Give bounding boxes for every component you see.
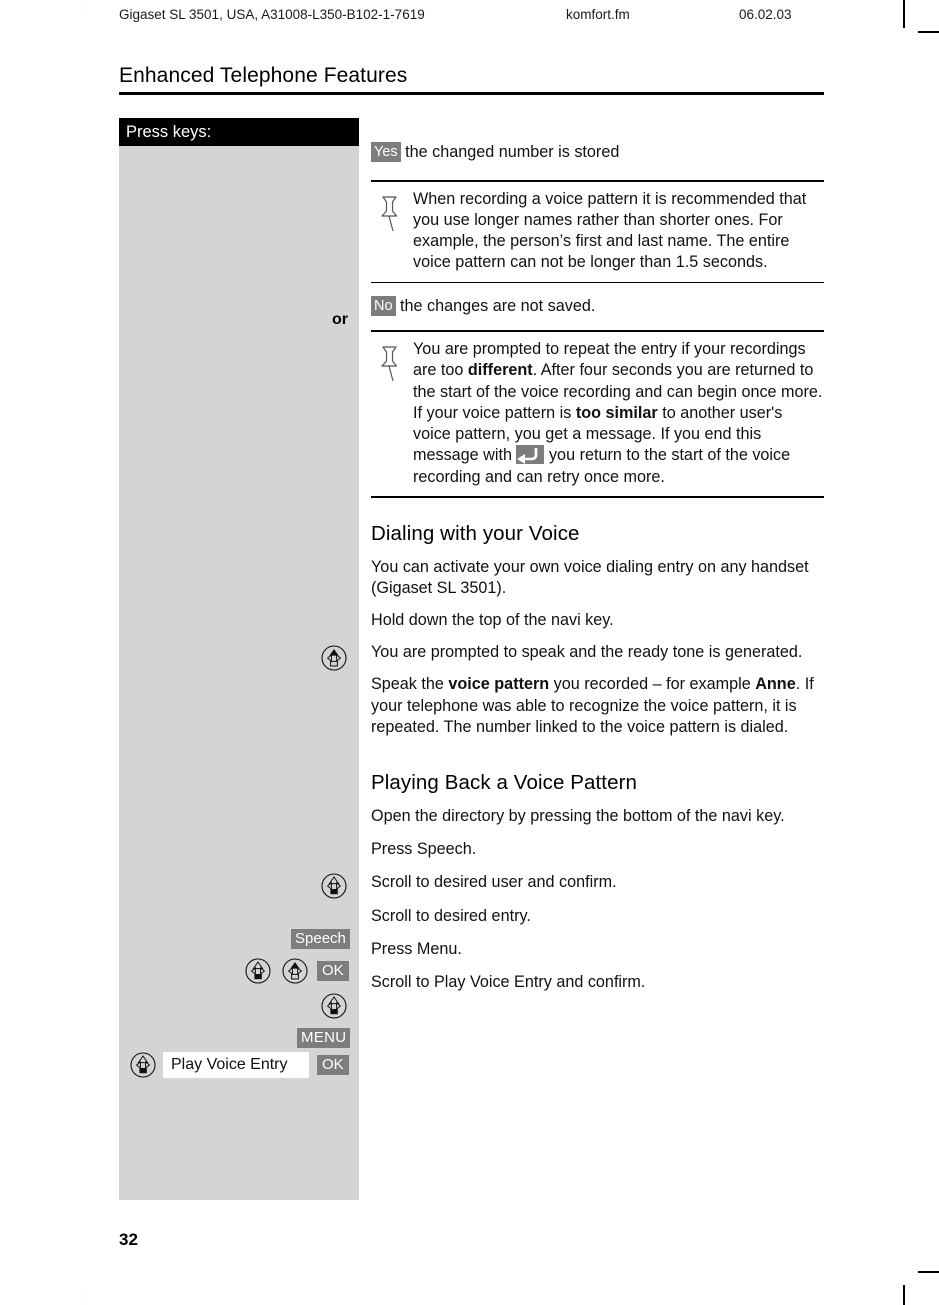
navi-key-down-glyph-2: [245, 958, 271, 984]
crop-mark-bottom-right-horizontal: [918, 1271, 939, 1273]
step-no: No the changes are not saved.: [371, 283, 824, 330]
step-yes: Yes the changed number is stored: [371, 118, 824, 180]
navi-key-up-glyph-2: [282, 958, 308, 984]
content-column: Yes the changed number is stored When re…: [371, 118, 824, 993]
dialing-paragraph-4: Speak the voice pattern you recorded – f…: [371, 674, 824, 738]
display-entry-field[interactable]: Play Voice Entry: [163, 1052, 309, 1078]
playback-step-6-text: Scroll to Play Voice Entry and confirm.: [371, 973, 646, 992]
running-header: Gigaset SL 3501, USA, A31008-L350-B102-1…: [119, 7, 889, 25]
speech-key-label: Speech: [291, 929, 350, 949]
crop-mark-bottom-right-vertical: [903, 1285, 905, 1305]
playback-step-4-text: Scroll to desired entry.: [371, 906, 531, 925]
dialing-p4-bold-voice-pattern: voice pattern: [448, 675, 550, 694]
navi-key-up-icon[interactable]: [321, 645, 347, 671]
ok-key-1[interactable]: OK: [317, 961, 349, 981]
speech-key[interactable]: Speech: [291, 929, 350, 949]
back-arrow-glyph: [517, 448, 538, 465]
section-heading-dialing: Dialing with your Voice: [371, 521, 580, 545]
navi-key-down-icon-3[interactable]: [321, 993, 347, 1019]
navi-key-down-glyph: [321, 873, 347, 899]
ok-key-label-1: OK: [317, 961, 349, 981]
menu-key[interactable]: MENU: [297, 1028, 351, 1048]
dialing-p4-bold-anne: Anne: [755, 675, 796, 694]
dialing-paragraph-1: You can activate your own voice dialing …: [371, 557, 809, 597]
navi-key-down-icon[interactable]: [321, 873, 347, 899]
press-keys-column: Press keys: or Speech OK MENU Play Voice…: [119, 118, 359, 1200]
page-title: Enhanced Telephone Features: [119, 64, 408, 87]
navi-key-down-icon-2[interactable]: [245, 958, 271, 984]
crop-mark-top-right-vertical: [903, 0, 905, 28]
note-2-bold-too-similar: too similar: [575, 403, 658, 422]
dialing-p4-part-2: you recorded – for example: [549, 675, 756, 694]
crop-mark-top-left: [86, 0, 88, 16]
note-2-bold-different: different: [467, 361, 533, 380]
navi-key-down-icon-4[interactable]: [130, 1052, 156, 1078]
navi-key-down-glyph-3: [321, 993, 347, 1019]
ok-key-2[interactable]: OK: [317, 1055, 349, 1075]
note-2-part-3: If your voice pattern is: [413, 403, 576, 422]
pushpin-icon: [381, 195, 398, 231]
note-2-text: You are prompted to repeat the entry if …: [413, 339, 824, 488]
press-keys-header: Press keys:: [119, 118, 359, 146]
navi-key-up-glyph: [321, 645, 347, 671]
title-divider: [119, 92, 824, 95]
no-key-badge[interactable]: No: [371, 296, 396, 317]
header-filename: komfort.fm: [566, 7, 630, 22]
note-box-1: When recording a voice pattern it is rec…: [371, 182, 824, 282]
dialing-p4-part-1: Speak the: [371, 675, 449, 694]
playback-step-1-text: Open the directory by pressing the botto…: [371, 807, 785, 826]
ok-key-label-2: OK: [317, 1055, 349, 1075]
header-document-id: Gigaset SL 3501, USA, A31008-L350-B102-1…: [119, 7, 425, 22]
step-yes-text: the changed number is stored: [405, 143, 620, 161]
note-box-2: You are prompted to repeat the entry if …: [371, 332, 824, 496]
display-entry-label: Play Voice Entry: [163, 1052, 309, 1078]
step-no-text: the changes are not saved.: [400, 297, 596, 316]
playback-step-3-text: Scroll to desired user and confirm.: [371, 873, 617, 892]
back-key-icon[interactable]: [516, 445, 545, 465]
dialing-paragraph-2: Hold down the top of the navi key.: [371, 611, 614, 630]
crop-mark-bottom-left: [86, 1290, 88, 1305]
crop-mark-top-right-horizontal: [918, 31, 939, 33]
playback-step-2-text: Press Speech.: [371, 840, 477, 859]
section-heading-playback: Playing Back a Voice Pattern: [371, 771, 638, 795]
pushpin-icon-2: [381, 346, 398, 382]
dialing-paragraph-3: You are prompted to speak and the ready …: [371, 643, 803, 662]
navi-key-up-icon-2[interactable]: [282, 958, 308, 984]
playback-step-5-text: Press Menu.: [371, 939, 462, 958]
note-1-text: When recording a voice pattern it is rec…: [413, 189, 807, 272]
header-date: 06.02.03: [739, 7, 792, 22]
menu-key-label: MENU: [297, 1028, 351, 1048]
yes-key-badge[interactable]: Yes: [371, 142, 401, 162]
navi-key-down-glyph-4: [130, 1052, 156, 1078]
page-number: 32: [119, 1230, 138, 1249]
or-label: or: [332, 311, 348, 328]
